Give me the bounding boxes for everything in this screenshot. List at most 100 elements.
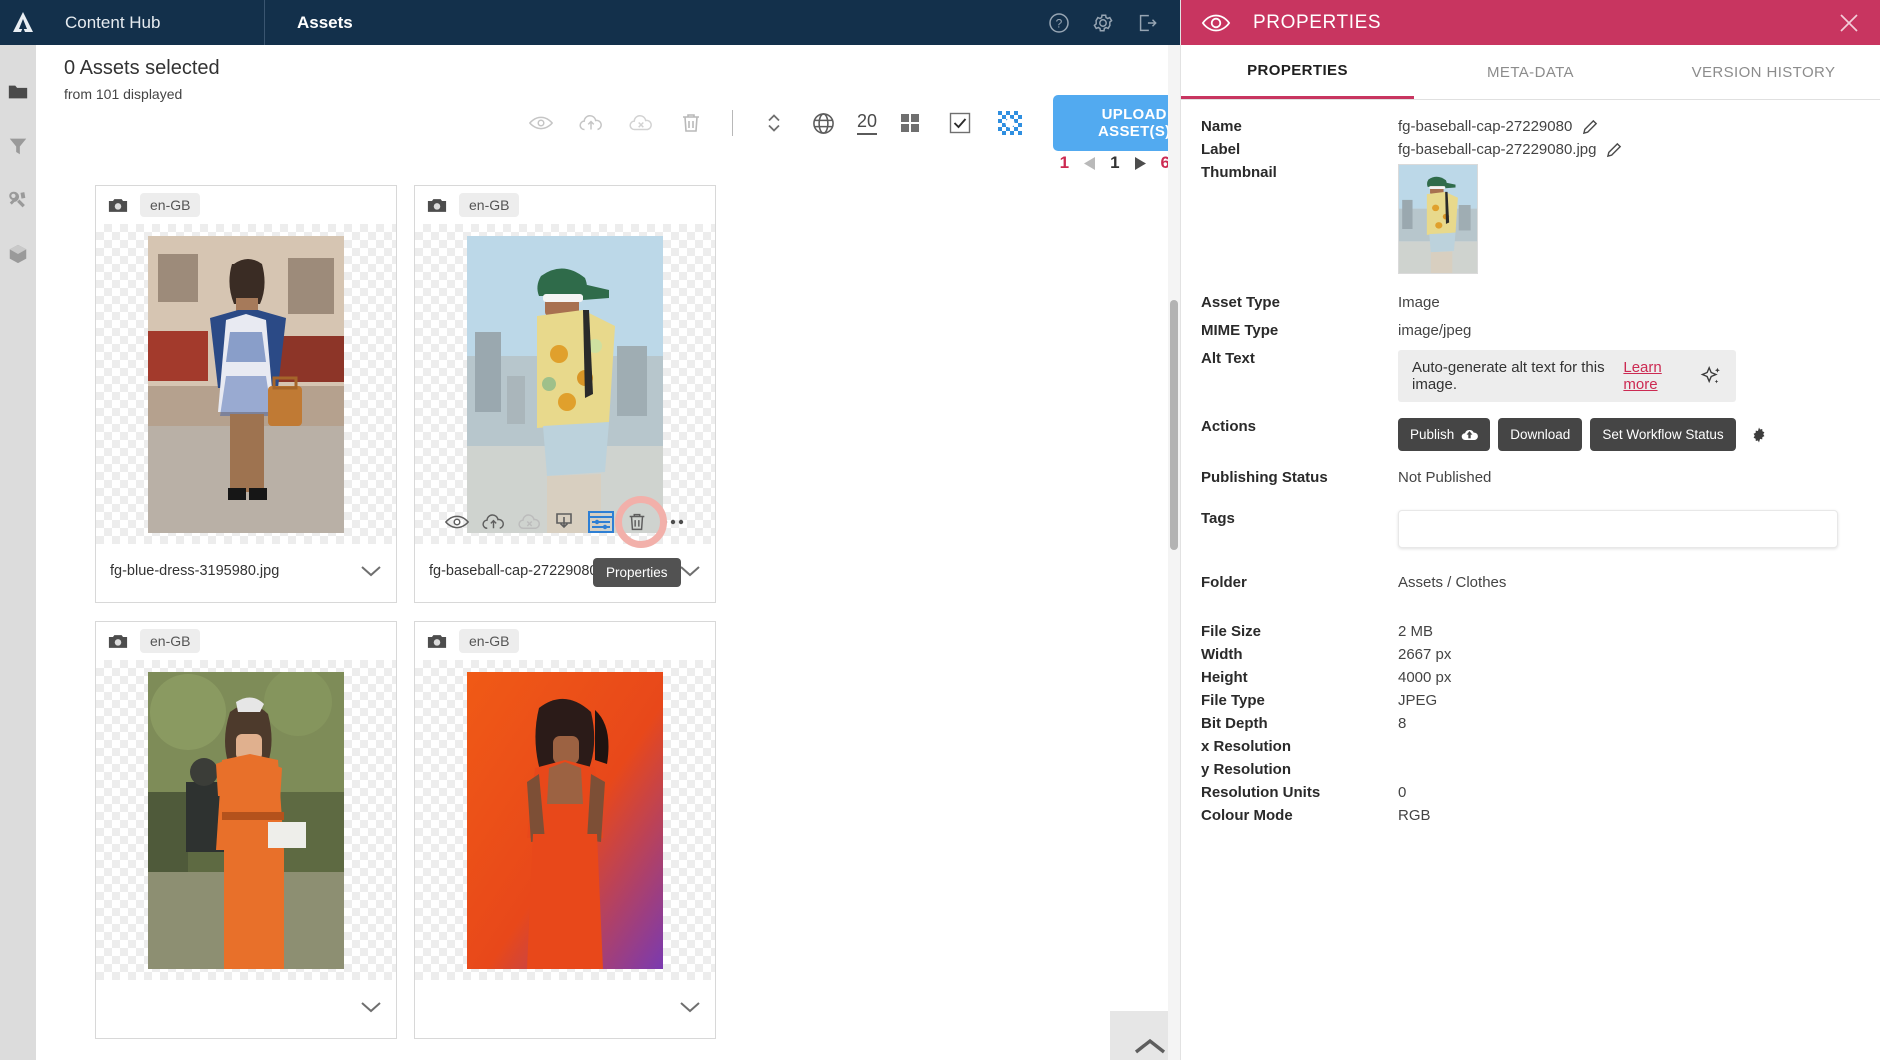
logout-icon[interactable] (1136, 12, 1158, 34)
properties-panel-header: PROPERTIES (1181, 0, 1880, 45)
asset-card[interactable]: en-GB (414, 185, 716, 603)
properties-icon[interactable] (586, 507, 616, 537)
close-icon[interactable] (1838, 12, 1860, 34)
properties-tooltip: Properties (593, 558, 681, 587)
field-height-label: Height (1201, 669, 1248, 686)
asset-image-orange-dress-outdoor (148, 671, 344, 969)
alt-text-generate-box[interactable]: Auto-generate alt text for this image. L… (1398, 350, 1736, 402)
chevron-down-icon[interactable] (360, 1000, 382, 1014)
field-mime-type: MIME Type image/jpeg (1201, 322, 1860, 339)
asset-card-footer (415, 980, 715, 1034)
chevron-down-icon[interactable] (679, 564, 701, 578)
asset-card-header: en-GB (415, 186, 715, 224)
field-thumbnail: Thumbnail (1201, 164, 1860, 274)
field-file-size: File Size 2 MB (1201, 623, 1860, 640)
field-file-size-label: File Size (1201, 623, 1262, 640)
download-icon[interactable] (550, 507, 580, 537)
chevron-down-icon[interactable] (679, 1000, 701, 1014)
settings-gear-icon[interactable] (1092, 12, 1114, 34)
pagination: 1 1 6 (1060, 153, 1170, 173)
asset-thumbnail[interactable] (415, 224, 715, 544)
set-workflow-status-button[interactable]: Set Workflow Status (1590, 418, 1736, 451)
asset-hover-actions (415, 496, 715, 548)
chevron-down-icon[interactable] (360, 564, 382, 578)
edit-pencil-icon[interactable] (1606, 141, 1623, 158)
more-options-icon[interactable] (658, 507, 688, 537)
alt-text-message: Auto-generate alt text for this image. (1412, 359, 1605, 393)
svg-text:?: ? (1056, 16, 1063, 30)
left-sidebar-rail (0, 45, 36, 1060)
field-colour-mode: Colour Mode RGB (1201, 807, 1860, 824)
page-size-selector[interactable]: 20 (856, 111, 878, 135)
top-bar: Content Hub Assets ? (0, 0, 1180, 45)
grid-view-icon[interactable] (885, 103, 935, 143)
publish-cloud-up-icon[interactable] (478, 507, 508, 537)
assets-selected-count: 0 Assets selected (64, 57, 220, 79)
asset-card[interactable]: en-GB (95, 185, 397, 603)
field-x-resolution: x Resolution (1201, 738, 1860, 755)
field-y-resolution-label: y Resolution (1201, 761, 1292, 778)
main-scrollbar[interactable] (1168, 45, 1180, 1060)
field-name-value: fg-baseball-cap-27229080 (1398, 118, 1573, 135)
alt-text-learn-more-link[interactable]: Learn more (1623, 359, 1686, 393)
main-scrollbar-thumb[interactable] (1170, 300, 1178, 550)
sort-updown-icon[interactable] (749, 103, 799, 143)
field-resolution-units: Resolution Units 0 (1201, 784, 1860, 801)
filter-icon[interactable] (7, 135, 29, 157)
properties-tabs: PROPERTIES META-DATA VERSION HISTORY (1181, 45, 1880, 100)
delete-trash-icon[interactable] (666, 103, 716, 143)
language-badge: en-GB (140, 193, 201, 217)
unpublish-cloud-x-icon[interactable] (514, 507, 544, 537)
asset-card-header: en-GB (96, 622, 396, 660)
prev-arrow-icon[interactable] (1083, 156, 1096, 171)
field-name-label: Name (1201, 118, 1242, 135)
next-arrow-icon[interactable] (1134, 156, 1147, 171)
brand-label: Content Hub (45, 0, 265, 45)
asset-thumbnail[interactable] (96, 660, 396, 980)
pagination-current[interactable]: 1 (1110, 153, 1119, 173)
tab-properties[interactable]: PROPERTIES (1181, 45, 1414, 99)
tags-input[interactable] (1398, 510, 1838, 548)
select-all-checkbox-icon[interactable] (935, 103, 985, 143)
camera-icon (108, 633, 128, 650)
app-logo[interactable] (0, 0, 45, 45)
field-publishing-status-label: Publishing Status (1201, 469, 1328, 486)
asset-thumbnail[interactable] (96, 224, 396, 544)
camera-icon (427, 633, 447, 650)
language-badge: en-GB (140, 629, 201, 653)
thumbnail-preview[interactable] (1398, 164, 1478, 274)
transparency-toggle-icon[interactable] (985, 103, 1035, 143)
asset-card[interactable]: en-GB (95, 621, 397, 1039)
field-name: Name fg-baseball-cap-27229080 (1201, 118, 1860, 135)
preview-eye-icon[interactable] (442, 507, 472, 537)
publish-button-label: Publish (1410, 427, 1455, 442)
unpublish-cloud-x-icon[interactable] (616, 103, 666, 143)
field-asset-type-value: Image (1398, 294, 1440, 311)
globe-language-icon[interactable] (799, 103, 849, 143)
chevron-up-icon (1134, 1038, 1165, 1054)
publish-cloud-up-icon[interactable] (566, 103, 616, 143)
field-file-size-value: 2 MB (1398, 623, 1434, 640)
pagination-first[interactable]: 1 (1060, 153, 1069, 173)
field-mime-type-label: MIME Type (1201, 322, 1279, 339)
edit-pencil-icon[interactable] (1582, 118, 1599, 135)
download-button[interactable]: Download (1498, 418, 1583, 451)
assets-toolbar: 20 UPLOAD ASSET(S) (516, 95, 1216, 151)
actions-gear-icon[interactable] (1750, 426, 1768, 444)
tab-version-history[interactable]: VERSION HISTORY (1647, 45, 1880, 99)
publish-button[interactable]: Publish (1398, 418, 1491, 451)
asset-thumbnail[interactable] (415, 660, 715, 980)
help-icon[interactable]: ? (1048, 12, 1070, 34)
folder-icon[interactable] (7, 81, 29, 103)
field-label: Label fg-baseball-cap-27229080.jpg (1201, 141, 1860, 158)
ai-sparkle-icon[interactable] (1700, 365, 1722, 387)
package-icon[interactable] (7, 243, 29, 265)
preview-eye-icon[interactable] (516, 103, 566, 143)
topbar-actions: ? (1048, 12, 1180, 34)
tools-icon[interactable] (7, 189, 29, 211)
delete-trash-icon[interactable] (622, 507, 652, 537)
asset-card[interactable]: en-GB (414, 621, 716, 1039)
tab-meta-data[interactable]: META-DATA (1414, 45, 1647, 99)
field-actions-label: Actions (1201, 418, 1257, 435)
selection-summary: 0 Assets selected from 101 displayed (64, 57, 220, 102)
